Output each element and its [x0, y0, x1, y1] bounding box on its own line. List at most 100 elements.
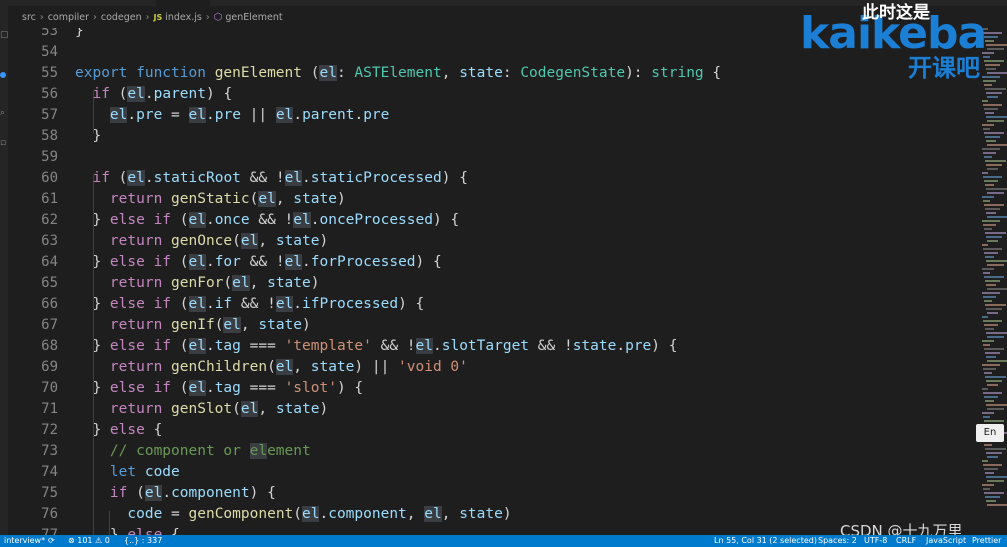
code-token: ) [319, 233, 329, 249]
code-line[interactable]: 74 let code [8, 462, 978, 483]
line-number: 77 [41, 527, 58, 535]
sync-icon[interactable]: ⟳ [48, 535, 55, 547]
code-token: return [109, 191, 172, 207]
indentation-setting[interactable]: Spaces: 2 [818, 535, 857, 547]
code-line[interactable]: 68 } else if (el.tag === 'template' && !… [8, 336, 978, 357]
minimap-line [983, 224, 996, 226]
code-token: . [302, 170, 311, 186]
minimap-line [983, 488, 990, 490]
code-token: && ! [529, 338, 573, 354]
code-token: ) { [336, 380, 364, 396]
code-text: return genChildren(el, state) || 'void 0… [75, 357, 468, 378]
code-line[interactable]: 57 el.pre = el.pre || el.parent.pre [8, 105, 978, 126]
minimap-line [986, 164, 1002, 166]
status-bar: interview* ⟳ ⊗ 101 ⚠ 0 {..} : 337 Ln 55,… [0, 535, 1007, 547]
minimap-line [985, 160, 1006, 162]
code-line[interactable]: 56 if (el.parent) { [8, 84, 978, 105]
code-line[interactable]: 76 code = genComponent(el.component, el,… [8, 504, 978, 525]
breadcrumb-item[interactable]: src [22, 12, 36, 23]
code-text: el.pre = el.pre || el.parent.pre [75, 105, 389, 126]
input-method-badge[interactable]: En [976, 424, 1004, 442]
code-line[interactable]: 63 return genOnce(el, state) [8, 231, 978, 252]
code-token: || [240, 107, 276, 123]
code-token: once [214, 212, 250, 228]
problems-count[interactable]: ⊗ 101 ⚠ 0 [68, 535, 110, 547]
code-token: . [433, 338, 442, 354]
code-token: ): [625, 65, 652, 81]
cursor-position[interactable]: Ln 55, Col 31 (2 selected) [714, 535, 817, 547]
git-branch[interactable]: interview* [4, 535, 45, 547]
minimap-line [982, 220, 1000, 222]
minimap[interactable] [978, 28, 1007, 535]
minimap-line [982, 124, 994, 126]
code-token: ) [336, 191, 346, 207]
minimap-line [982, 148, 1000, 150]
code-editor[interactable]: 53} 54 55 export function genElement (el: A… [8, 28, 978, 535]
code-line[interactable]: 75 if (el.component) { [8, 483, 978, 504]
code-token: return [109, 317, 172, 333]
minimap-line [983, 320, 1002, 322]
code-token: state [572, 338, 617, 354]
eol-setting[interactable]: CRLF [896, 535, 916, 547]
code-line[interactable]: 64 } else if (el.for && !el.forProcessed… [8, 252, 978, 273]
code-line[interactable]: 72 } else { [8, 420, 978, 441]
breadcrumb-item[interactable]: index.js [165, 12, 202, 23]
code-line[interactable]: 65 return genFor(el, state) [8, 273, 978, 294]
breadcrumb-item[interactable]: genElement [225, 12, 282, 23]
code-token: { [144, 422, 163, 438]
code-text: } [75, 126, 101, 147]
line-number: 61 [41, 191, 58, 207]
code-token: ) { [398, 296, 425, 312]
code-line[interactable]: 61 return genStatic(el, state) [8, 189, 978, 210]
selection-count: {..} : 337 [124, 536, 163, 545]
line-number: 76 [41, 506, 58, 522]
extensions-icon[interactable]: ▫ [0, 138, 6, 148]
code-line[interactable]: 60 if (el.staticRoot && !el.staticProces… [8, 168, 978, 189]
code-token: && ! [249, 212, 294, 228]
breadcrumb-item[interactable]: codegen [101, 12, 142, 23]
search-icon[interactable]: ⌕ [0, 108, 5, 118]
code-token: ( [171, 380, 189, 396]
minimap-line [984, 372, 992, 374]
code-token: ( [171, 212, 189, 228]
encoding-setting[interactable]: UTF-8 [864, 535, 887, 547]
code-line[interactable]: 70 } else if (el.tag === 'slot') { [8, 378, 978, 399]
code-token: pre [363, 107, 390, 123]
code-line[interactable]: 59 [8, 147, 978, 168]
code-token: el [284, 254, 303, 270]
formatter-status[interactable]: Prettier [972, 535, 1001, 547]
minimap-line [982, 484, 994, 486]
minimap-line [985, 112, 994, 114]
minimap-line [987, 168, 998, 170]
minimap-line [984, 276, 1004, 278]
code-line[interactable]: 62 } else if (el.once && !el.onceProcess… [8, 210, 978, 231]
minimap-line [983, 152, 996, 154]
code-token: el [127, 86, 145, 102]
line-number: 71 [41, 401, 58, 417]
code-line[interactable]: 66 } else if (el.if && !el.ifProcessed) … [8, 294, 978, 315]
code-line[interactable]: 69 return genChildren(el, state) || 'voi… [8, 357, 978, 378]
code-token: else if [109, 254, 172, 270]
breadcrumb-item[interactable]: compiler [48, 12, 89, 23]
code-token: . [205, 212, 215, 228]
code-token: ifProcessed [302, 296, 399, 312]
language-mode[interactable]: JavaScript [926, 535, 966, 547]
code-token: staticProcessed [310, 170, 442, 186]
code-line[interactable]: 67 return genIf(el, state) [8, 315, 978, 336]
line-number: 57 [41, 107, 58, 123]
code-line[interactable]: 73 // component or element [8, 441, 978, 462]
code-line[interactable]: 71 return genSlot(el, state) [8, 399, 978, 420]
code-token: state [293, 191, 337, 207]
minimap-line [983, 416, 990, 418]
minimap-line [986, 284, 996, 286]
code-line[interactable]: 58 } [8, 126, 978, 147]
code-token: el [240, 233, 259, 249]
code-line[interactable]: 77 } else { [8, 525, 978, 535]
code-token: . [206, 107, 215, 123]
notification-dot-icon [0, 72, 6, 78]
code-token: ( [232, 233, 241, 249]
minimap-line [982, 292, 1000, 294]
